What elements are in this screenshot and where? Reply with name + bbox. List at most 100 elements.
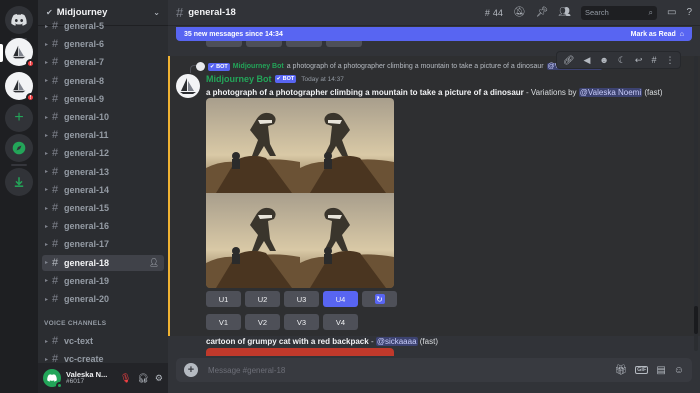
mode-text: (fast) xyxy=(417,337,438,346)
next-prompt-text: cartoon of grumpy cat with a red backpac… xyxy=(206,337,369,346)
message-author[interactable]: Midjourney Bot xyxy=(206,74,272,84)
upscale-button-2[interactable]: U2 xyxy=(245,291,280,307)
variation-button-2[interactable]: V2 xyxy=(245,314,280,330)
variation-button-1[interactable]: V1 xyxy=(206,314,241,330)
sidebar-item-general-6[interactable]: ▸ # general-6 xyxy=(42,36,164,52)
sidebar-item-general-19[interactable]: ▸ # general-19 xyxy=(42,273,164,289)
channel-label: general-11 xyxy=(64,130,109,141)
sidebar-item-general-8[interactable]: ▸ # general-8 xyxy=(42,73,164,89)
notification-badge: ! xyxy=(26,93,35,102)
chevron-right-icon: ▸ xyxy=(45,169,49,176)
download-apps-button[interactable] xyxy=(5,168,33,196)
sidebar-item-general-14[interactable]: ▸ # general-14 xyxy=(42,182,164,198)
member-list-icon[interactable]: 👥︎ xyxy=(558,7,571,18)
mute-mic-icon[interactable]: 🎙︎ xyxy=(120,373,131,384)
reply-reference[interactable]: ✔ BOT Midjourney Bot a photograph of a p… xyxy=(196,62,603,71)
reply-icon[interactable]: ↩ xyxy=(635,55,643,66)
sidebar-item-general-12[interactable]: ▸ # general-12 xyxy=(42,145,164,161)
voice-channels-header[interactable]: VOICE CHANNELS xyxy=(44,320,106,327)
moon-icon[interactable]: ☾ xyxy=(618,55,626,66)
sidebar-item-general-5[interactable]: ▸ # general-5 xyxy=(42,18,164,34)
bot-tag: ✔ BOT xyxy=(274,75,297,83)
sidebar-item-general-13[interactable]: ▸ # general-13 xyxy=(42,164,164,180)
chevron-right-icon: ▸ xyxy=(45,278,49,285)
notification-badge: ! xyxy=(26,59,35,68)
avatar[interactable] xyxy=(176,74,200,98)
image-grid[interactable] xyxy=(206,98,394,288)
user-mention[interactable]: @Valeska Noemi xyxy=(578,88,643,97)
add-user-icon[interactable]: 👤︎ xyxy=(149,258,159,267)
hash-thread-icon[interactable]: # xyxy=(651,55,656,65)
image-tile-4[interactable] xyxy=(300,193,394,288)
sidebar-item-general-20[interactable]: ▸ # general-20 xyxy=(42,291,164,307)
speaker-icon[interactable]: ◀ xyxy=(583,55,590,66)
more-icon[interactable]: ⋮ xyxy=(665,55,674,66)
image-tile-3[interactable] xyxy=(206,193,300,288)
image-tile-2[interactable] xyxy=(300,98,394,193)
checkmark-icon: ✔ xyxy=(46,8,53,17)
user-discriminator: #6017 xyxy=(66,377,85,385)
gift-icon[interactable]: 🎁︎ xyxy=(614,365,627,376)
mute-notifications-icon[interactable]: 🔕︎ xyxy=(513,7,526,18)
search-input[interactable]: Search ⌕ xyxy=(580,5,657,20)
sidebar-item-general-9[interactable]: ▸ # general-9 xyxy=(42,91,164,107)
channel-title: general-18 xyxy=(188,7,236,18)
channel-label: general-5 xyxy=(64,21,105,31)
message-input[interactable]: Message #general-18 xyxy=(208,366,285,375)
scrollbar-thumb[interactable] xyxy=(694,306,698,334)
user-mention[interactable]: @sickaaaa xyxy=(375,337,418,346)
upscale-button-4[interactable]: U4 xyxy=(323,291,358,307)
sidebar-item-general-15[interactable]: ▸ # general-15 xyxy=(42,200,164,216)
mark-as-read-button[interactable]: Mark as Read ⌂ xyxy=(631,31,684,38)
hash-icon: # xyxy=(52,38,59,51)
message-composer: + Message #general-18 🎁︎ GIF ▤ ☺ xyxy=(176,358,692,382)
threads-button[interactable]: # 44 xyxy=(485,8,503,18)
mode-text: (fast) xyxy=(642,88,663,97)
scrollbar[interactable] xyxy=(694,56,698,351)
headphones-icon[interactable]: 🎧︎ xyxy=(137,373,148,384)
sidebar-item-general-7[interactable]: ▸ # general-7 xyxy=(42,54,164,70)
chevron-right-icon: ▸ xyxy=(45,356,49,363)
emoji-icon[interactable]: ☺ xyxy=(674,365,684,376)
help-icon[interactable]: ? xyxy=(686,7,692,18)
server-midjourney-icon[interactable]: ! xyxy=(5,38,35,68)
sidebar-item-general-10[interactable]: ▸ # general-10 xyxy=(42,109,164,125)
sidebar-item-vc-text[interactable]: ▸ # vc-text xyxy=(42,333,164,349)
plus-icon: + xyxy=(14,109,24,126)
variation-button-3[interactable]: V3 xyxy=(284,314,319,330)
add-server-button[interactable]: + xyxy=(5,104,33,132)
sidebar-item-general-16[interactable]: ▸ # general-16 xyxy=(42,218,164,234)
chevron-right-icon: ▸ xyxy=(45,187,49,194)
sidebar-item-general-11[interactable]: ▸ # general-11 xyxy=(42,127,164,143)
gear-icon[interactable]: ⚙ xyxy=(155,373,163,384)
next-message-image[interactable] xyxy=(206,348,394,356)
new-messages-bar[interactable]: 35 new messages since 14:34 Mark as Read… xyxy=(176,27,692,41)
channel-label: general-10 xyxy=(64,112,110,122)
channel-label: general-7 xyxy=(64,57,105,68)
image-tile-1[interactable] xyxy=(206,98,300,193)
explore-servers-button[interactable] xyxy=(5,134,33,162)
upscale-button-3[interactable]: U3 xyxy=(284,291,319,307)
gif-icon[interactable]: GIF xyxy=(635,366,649,374)
avatar[interactable] xyxy=(43,369,63,389)
server-midjourney-alt-icon[interactable]: ! xyxy=(5,72,35,102)
sidebar-item-general-18[interactable]: ▸ # general-18 👤︎ xyxy=(42,254,164,271)
discord-home-button[interactable] xyxy=(5,6,33,34)
attach-plus-icon[interactable]: + xyxy=(184,363,198,377)
hash-icon: # xyxy=(52,183,59,196)
add-reaction-icon[interactable]: ☻ xyxy=(599,55,608,65)
sailboat-icon xyxy=(180,78,196,94)
sticker-icon[interactable]: ▤ xyxy=(656,365,665,376)
search-placeholder: Search xyxy=(584,8,609,17)
pin-icon[interactable]: 📌︎ xyxy=(536,7,549,18)
link-icon[interactable]: 🔗︎ xyxy=(563,55,574,66)
server-rail: ! ! + xyxy=(0,0,38,393)
upscale-button-1[interactable]: U1 xyxy=(206,291,241,307)
download-icon xyxy=(14,177,24,187)
inbox-icon[interactable]: ▭ xyxy=(667,7,676,18)
variation-button-4[interactable]: V4 xyxy=(323,314,358,330)
channel-topbar: # general-18 # 44 🔕︎ 📌︎ 👥︎ Search ⌕ ▭ ? xyxy=(168,0,700,26)
reroll-button[interactable]: ↻ xyxy=(362,291,397,307)
prompt-text: a photograph of a photographer climbing … xyxy=(206,88,524,97)
sidebar-item-general-17[interactable]: ▸ # general-17 xyxy=(42,236,164,252)
